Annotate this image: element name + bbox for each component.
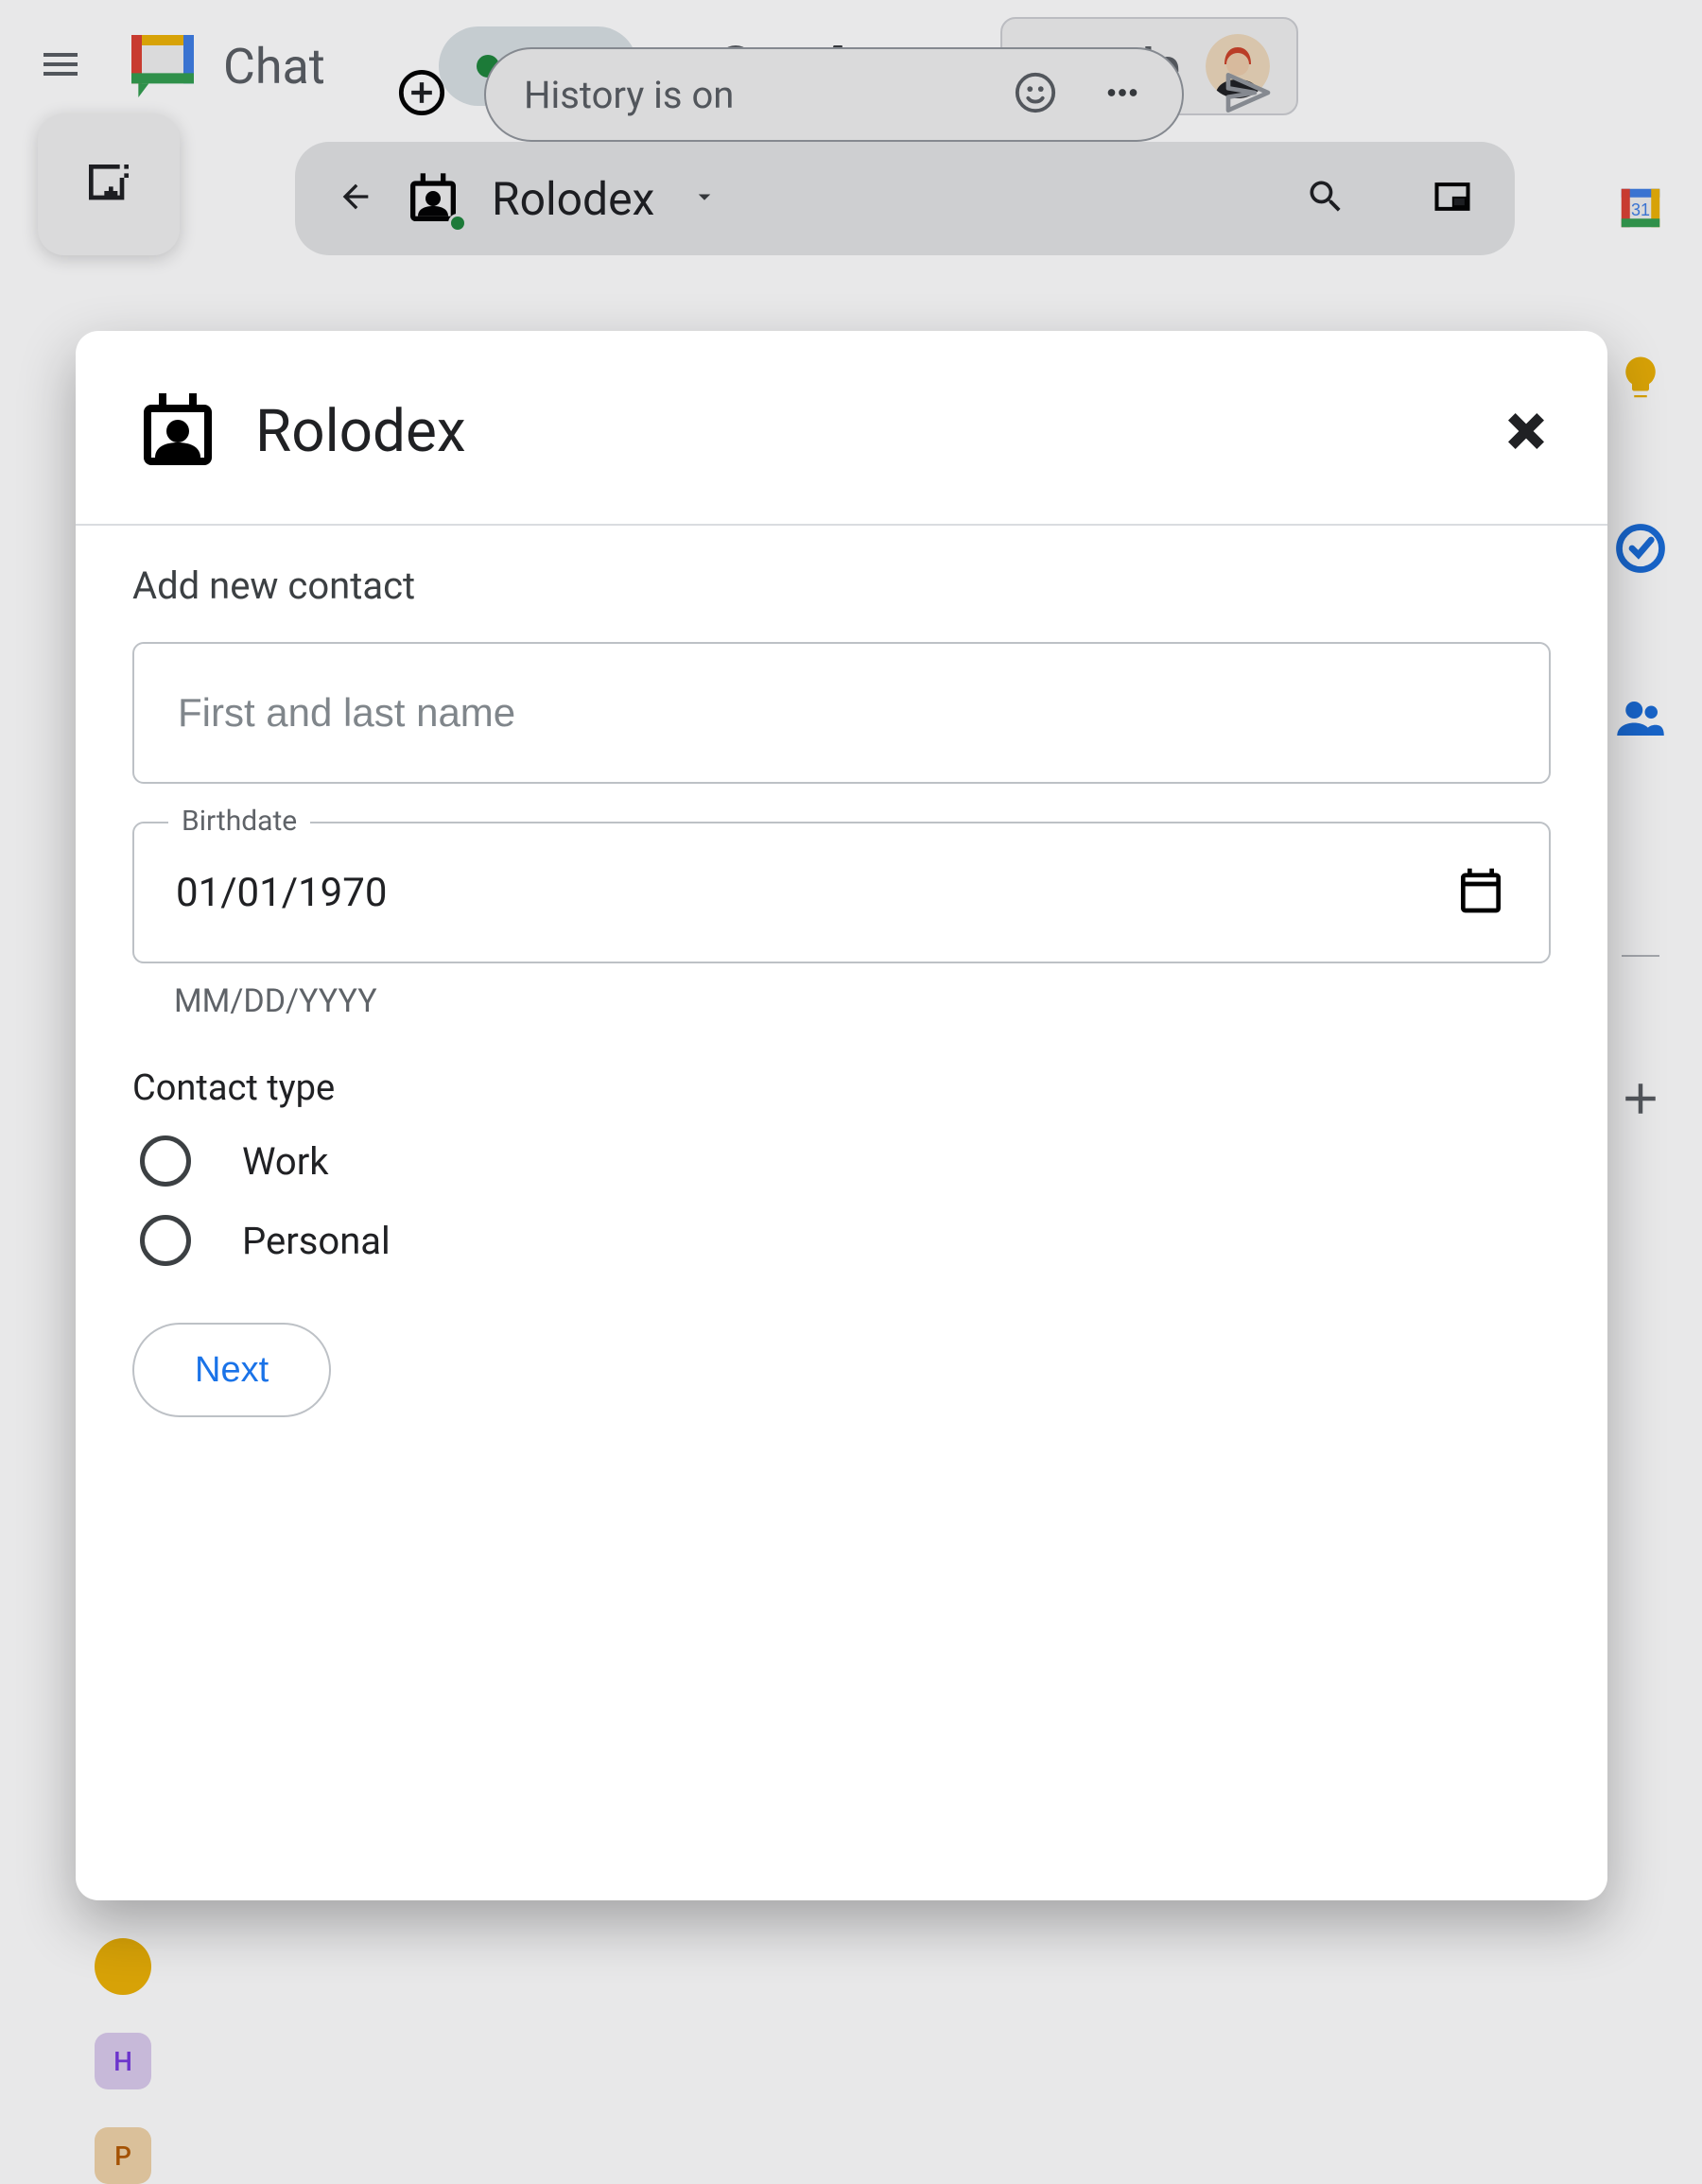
birthdate-field[interactable]: Birthdate 01/01/1970 <box>132 822 1551 963</box>
rolodex-logo-icon <box>132 386 223 477</box>
radio-work[interactable]: Work <box>140 1135 1551 1187</box>
radio-icon <box>140 1215 191 1266</box>
birthdate-helper: MM/DD/YYYY <box>174 982 1551 1020</box>
calendar-picker-icon[interactable] <box>1454 864 1507 921</box>
close-icon[interactable] <box>1502 407 1551 456</box>
radio-personal[interactable]: Personal <box>140 1215 1551 1266</box>
contact-type-radios: Work Personal <box>140 1135 1551 1266</box>
rolodex-modal: Rolodex Add new contact Birthdate 01/01/… <box>76 331 1607 1900</box>
name-input[interactable] <box>176 689 1507 737</box>
birthdate-label: Birthdate <box>168 805 310 838</box>
radio-label: Personal <box>242 1219 391 1263</box>
name-field-wrapper[interactable] <box>132 642 1551 784</box>
modal-header: Rolodex <box>76 331 1607 526</box>
radio-label: Work <box>242 1139 329 1184</box>
radio-icon <box>140 1135 191 1187</box>
modal-title: Rolodex <box>255 397 466 466</box>
contact-type-label: Contact type <box>132 1067 1551 1109</box>
next-button[interactable]: Next <box>132 1323 331 1417</box>
section-label: Add new contact <box>132 563 1551 608</box>
birthdate-value: 01/01/1970 <box>176 870 1454 916</box>
modal-body: Add new contact Birthdate 01/01/1970 MM/… <box>76 526 1607 1455</box>
